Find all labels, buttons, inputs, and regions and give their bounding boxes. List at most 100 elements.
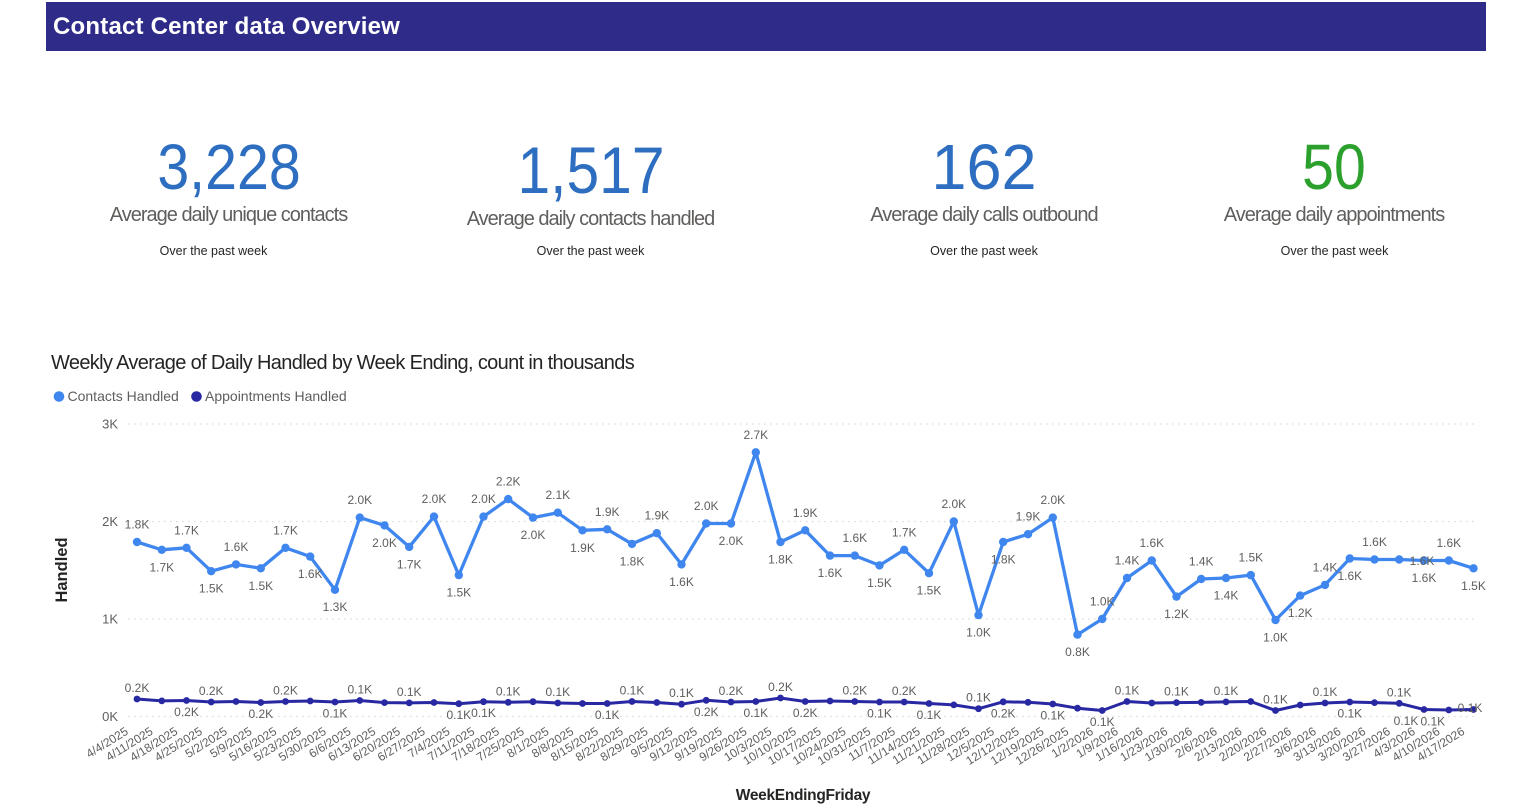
svg-text:0.2K: 0.2K xyxy=(273,684,298,698)
svg-text:1.0K: 1.0K xyxy=(966,626,991,640)
svg-text:1.5K: 1.5K xyxy=(248,579,273,593)
svg-text:0.2K: 0.2K xyxy=(248,707,273,721)
svg-text:2.0K: 2.0K xyxy=(372,536,397,550)
svg-text:1.4K: 1.4K xyxy=(1189,555,1214,569)
svg-text:2.2K: 2.2K xyxy=(496,475,521,489)
svg-text:1.9K: 1.9K xyxy=(595,505,620,519)
svg-text:2K: 2K xyxy=(102,514,118,529)
svg-text:2.0K: 2.0K xyxy=(941,497,966,511)
svg-text:1.9K: 1.9K xyxy=(1016,510,1041,524)
svg-text:0.1K: 0.1K xyxy=(1263,693,1288,707)
svg-text:1.6K: 1.6K xyxy=(1362,535,1387,549)
svg-text:1.6K: 1.6K xyxy=(669,575,694,589)
svg-text:1.0K: 1.0K xyxy=(1090,595,1115,609)
svg-text:0.2K: 0.2K xyxy=(892,684,917,698)
svg-text:Appointments Handled: Appointments Handled xyxy=(205,388,347,404)
svg-text:0.2K: 0.2K xyxy=(694,705,719,719)
svg-text:0.2K: 0.2K xyxy=(842,684,867,698)
svg-text:0.1K: 0.1K xyxy=(669,686,694,700)
svg-text:2.0K: 2.0K xyxy=(694,499,719,513)
svg-text:1.6K: 1.6K xyxy=(1139,536,1164,550)
svg-text:0.1K: 0.1K xyxy=(1420,715,1445,729)
svg-text:2.0K: 2.0K xyxy=(347,493,372,507)
svg-text:1.8K: 1.8K xyxy=(991,553,1016,567)
svg-text:0.1K: 0.1K xyxy=(1214,684,1239,698)
svg-text:0.1K: 0.1K xyxy=(1458,701,1483,715)
svg-text:1.6K: 1.6K xyxy=(224,540,249,554)
svg-text:Weekly Average of Daily Handle: Weekly Average of Daily Handled by Week … xyxy=(51,352,635,374)
svg-text:2.0K: 2.0K xyxy=(1040,493,1065,507)
svg-text:1.6K: 1.6K xyxy=(818,566,843,580)
svg-text:1.6K: 1.6K xyxy=(1337,569,1362,583)
svg-text:0.1K: 0.1K xyxy=(1337,707,1362,721)
svg-text:1K: 1K xyxy=(102,612,118,627)
svg-text:2.7K: 2.7K xyxy=(743,428,768,442)
svg-text:0.8K: 0.8K xyxy=(1065,645,1090,659)
svg-text:1.2K: 1.2K xyxy=(1164,607,1189,621)
svg-text:0.1K: 0.1K xyxy=(1040,709,1065,723)
svg-text:Handled: Handled xyxy=(53,537,71,602)
svg-text:0.1K: 0.1K xyxy=(743,706,768,720)
svg-text:0.2K: 0.2K xyxy=(793,706,818,720)
svg-text:1.6K: 1.6K xyxy=(298,567,323,581)
svg-text:1.3K: 1.3K xyxy=(323,600,348,614)
svg-text:0.2K: 0.2K xyxy=(125,681,150,695)
svg-text:1.8K: 1.8K xyxy=(620,554,645,568)
svg-text:0.1K: 0.1K xyxy=(1164,685,1189,699)
svg-text:1.5K: 1.5K xyxy=(1461,579,1486,593)
svg-text:1.6K: 1.6K xyxy=(842,531,867,545)
svg-text:1.0K: 1.0K xyxy=(1263,631,1288,645)
svg-text:1.5K: 1.5K xyxy=(917,584,942,598)
svg-text:1.7K: 1.7K xyxy=(397,557,422,571)
svg-text:1.2K: 1.2K xyxy=(1288,606,1313,620)
svg-text:1.5K: 1.5K xyxy=(199,582,224,596)
svg-text:1.8K: 1.8K xyxy=(125,518,150,532)
svg-text:1.7K: 1.7K xyxy=(149,560,174,574)
svg-text:1.9K: 1.9K xyxy=(793,506,818,520)
svg-text:1.6K: 1.6K xyxy=(1436,536,1461,550)
svg-text:1.6K: 1.6K xyxy=(1410,554,1435,568)
svg-text:0.1K: 0.1K xyxy=(1115,684,1140,698)
svg-text:0.1K: 0.1K xyxy=(496,684,521,698)
svg-text:1.4K: 1.4K xyxy=(1214,589,1239,603)
svg-text:2.0K: 2.0K xyxy=(719,534,744,548)
svg-text:0.1K: 0.1K xyxy=(446,708,471,722)
svg-text:0.2K: 0.2K xyxy=(719,684,744,698)
svg-text:1.5K: 1.5K xyxy=(1238,551,1263,565)
svg-text:0.1K: 0.1K xyxy=(867,707,892,721)
svg-text:1.4K: 1.4K xyxy=(1115,554,1140,568)
svg-text:0.1K: 0.1K xyxy=(620,684,645,698)
svg-text:0.1K: 0.1K xyxy=(323,707,348,721)
svg-text:0.1K: 0.1K xyxy=(1313,685,1338,699)
svg-text:0.2K: 0.2K xyxy=(174,705,199,719)
svg-text:2.1K: 2.1K xyxy=(545,488,570,502)
svg-text:1.5K: 1.5K xyxy=(446,586,471,600)
svg-text:0.1K: 0.1K xyxy=(545,685,570,699)
svg-text:1.5K: 1.5K xyxy=(867,576,892,590)
svg-text:0.1K: 0.1K xyxy=(347,683,372,697)
svg-text:0.1K: 0.1K xyxy=(397,685,422,699)
svg-text:0.2K: 0.2K xyxy=(199,684,224,698)
svg-text:1.8K: 1.8K xyxy=(768,553,793,567)
svg-text:WeekEndingFriday: WeekEndingFriday xyxy=(736,787,871,804)
svg-text:Contacts Handled: Contacts Handled xyxy=(68,388,179,404)
svg-text:0.2K: 0.2K xyxy=(991,706,1016,720)
svg-text:1.9K: 1.9K xyxy=(644,509,669,523)
svg-text:1.7K: 1.7K xyxy=(892,525,917,539)
svg-text:2.0K: 2.0K xyxy=(471,492,496,506)
svg-text:1.9K: 1.9K xyxy=(570,541,595,555)
svg-text:0.1K: 0.1K xyxy=(1090,715,1115,729)
svg-text:1.4K: 1.4K xyxy=(1313,560,1338,574)
svg-text:0.2K: 0.2K xyxy=(768,680,793,694)
svg-text:3K: 3K xyxy=(102,417,118,432)
svg-text:1.7K: 1.7K xyxy=(273,523,298,537)
svg-text:2.0K: 2.0K xyxy=(422,492,447,506)
svg-text:0K: 0K xyxy=(102,709,118,724)
svg-text:2.0K: 2.0K xyxy=(521,528,546,542)
svg-text:0.1K: 0.1K xyxy=(1394,714,1419,728)
svg-text:0.1K: 0.1K xyxy=(966,691,991,705)
svg-text:0.1K: 0.1K xyxy=(917,708,942,722)
svg-text:1.7K: 1.7K xyxy=(174,523,199,537)
svg-text:1.6K: 1.6K xyxy=(1412,571,1437,585)
svg-text:0.1K: 0.1K xyxy=(595,708,620,722)
